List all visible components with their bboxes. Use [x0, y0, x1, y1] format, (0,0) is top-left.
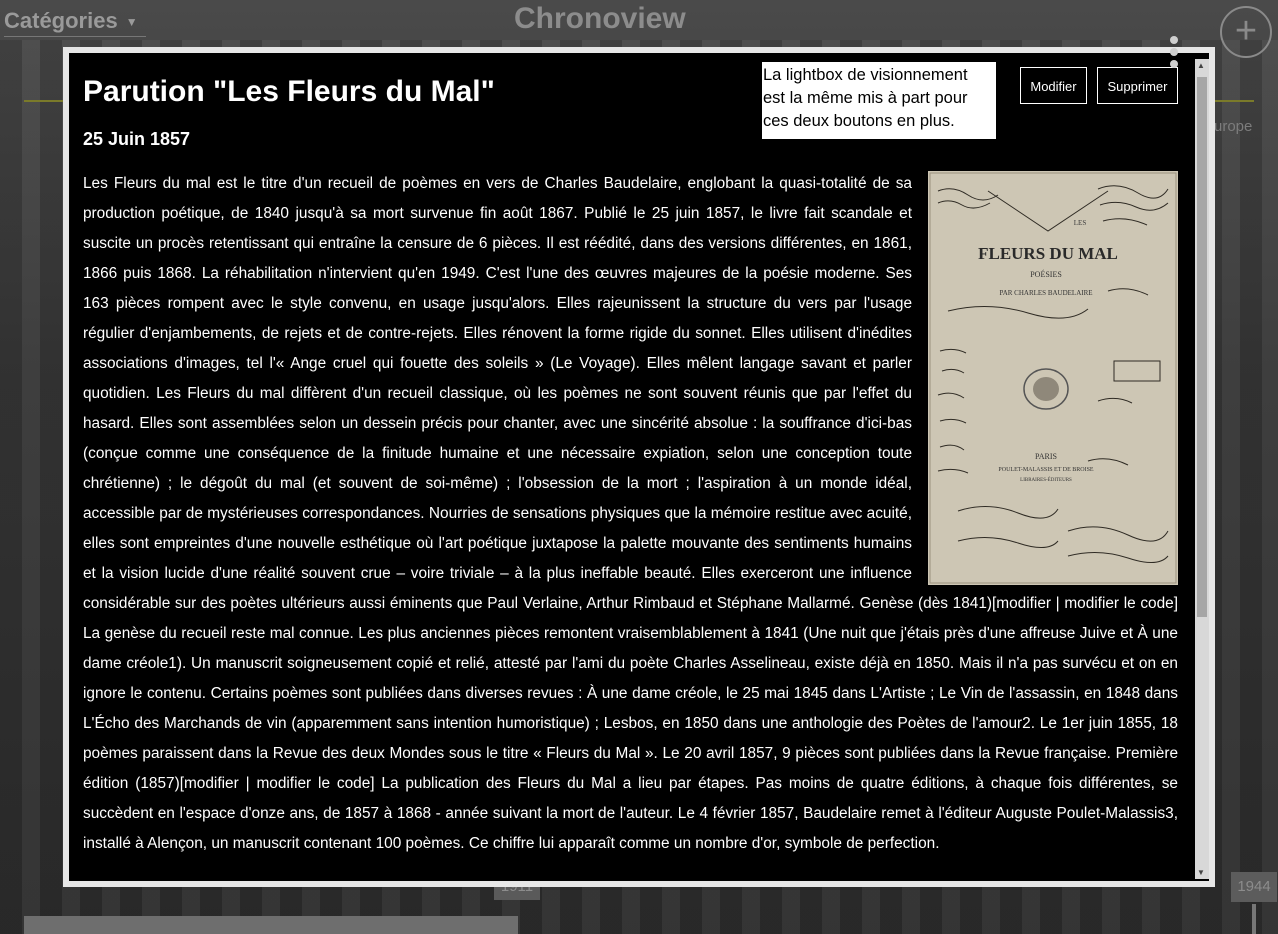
delete-button[interactable]: Supprimer [1097, 67, 1178, 104]
edit-button[interactable]: Modifier [1020, 67, 1087, 104]
app-title: Chronoview [514, 2, 686, 35]
event-date: 25 Juin 1857 [83, 129, 191, 149]
event-image[interactable]: LES FLEURS DU MAL POÉSIES PAR CHARLES BA… [928, 171, 1178, 585]
annotation-note: La lightbox de visionnement est la même … [762, 62, 996, 139]
lightbox-content: Parution "Les Fleurs du Mal" 25 Juin 185… [69, 53, 1209, 881]
scrollbar-thumb[interactable] [1197, 77, 1207, 617]
timeline-year-marker-end[interactable]: 1944 [1231, 872, 1277, 902]
add-event-button[interactable]: + [1220, 6, 1272, 58]
event-description: LES FLEURS DU MAL POÉSIES PAR CHARLES BA… [83, 169, 1178, 859]
cover-city: PARIS [1035, 452, 1057, 461]
categories-label: Catégories [4, 8, 118, 33]
cover-les: LES [1074, 219, 1087, 227]
chevron-down-icon: ▼ [125, 15, 138, 30]
cover-title: FLEURS DU MAL [978, 244, 1118, 263]
scroll-up-icon[interactable]: ▲ [1197, 61, 1205, 70]
categories-dropdown[interactable]: Catégories ▼ [4, 8, 146, 37]
cover-author: PAR CHARLES BAUDELAIRE [999, 289, 1092, 297]
event-title: Parution "Les Fleurs du Mal" [83, 75, 495, 108]
scroll-down-icon[interactable]: ▼ [1197, 868, 1205, 877]
cover-publisher: POULET-MALASSIS ET DE BROISE [998, 467, 1094, 473]
cover-publisher-sub: LIBRAIRES-ÉDITEURS [1020, 477, 1072, 483]
event-lightbox: Parution "Les Fleurs du Mal" 25 Juin 185… [63, 47, 1215, 887]
vertical-dots-icon[interactable] [1170, 36, 1178, 72]
plus-circle-icon: + [1234, 10, 1258, 52]
content-scrollbar[interactable]: ▲ ▼ [1195, 59, 1209, 879]
timeline-end-tick [1252, 904, 1256, 934]
cover-poesies: POÉSIES [1030, 269, 1062, 279]
timeline-range-bar[interactable] [24, 916, 518, 934]
